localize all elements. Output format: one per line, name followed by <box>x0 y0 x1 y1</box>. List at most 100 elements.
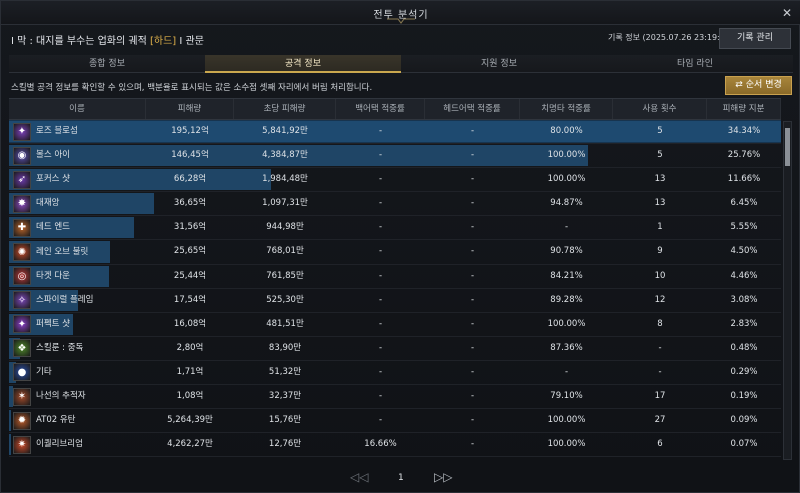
cell-uses: - <box>658 366 662 377</box>
table-row[interactable]: ✹ AT02 유탄 5,264,39만 15,76만 - - 100.00% 27 0.09% <box>9 409 781 434</box>
tab-timeline[interactable]: 타임 라인 <box>597 55 793 73</box>
cell-crit: 79.10% <box>550 391 583 402</box>
description-text: 스킬별 공격 정보를 확인할 수 있으며, 백분율로 표시되는 값은 소수점 셋… <box>11 83 373 93</box>
cell-uses: 5 <box>657 150 663 161</box>
sort-button-label: 순서 변경 <box>745 80 782 90</box>
cell-share: 4.46% <box>730 270 758 281</box>
cell-crit: 100.00% <box>547 415 586 426</box>
table-row[interactable]: ◎ 타겟 다운 25,44억 761,85만 - - 84.21% 10 4.46% <box>9 265 781 289</box>
table-row[interactable]: ❖ 스킬룬 : 중독 2,80억 83,90만 - - 87.36% - 0.48% <box>9 337 781 361</box>
table-row[interactable]: ✦ 퍼펙트 샷 16,08억 481,51만 - - 100.00% 8 2.83% <box>9 313 781 337</box>
table-header: 이름 피해량 초당 피해량 백어택 적중률 헤드어택 적중률 치명타 적중률 사… <box>9 98 781 120</box>
cell-share: 11.66% <box>727 174 761 185</box>
tab-support[interactable]: 지원 정보 <box>401 55 597 73</box>
cell-crit: 90.78% <box>550 246 583 257</box>
cell-crit: 100.00% <box>547 174 586 185</box>
cell-crit: 84.21% <box>550 270 583 281</box>
raid-header: I 막 : 대지를 부수는 업화의 궤적 [하드] I 관문 기록 정보 (20… <box>1 25 800 53</box>
table-row[interactable]: ✸ 대재앙 36,65억 1,097,31만 - - 94.87% 13 6.45% <box>9 192 781 217</box>
cell-damage: 2,80억 <box>176 342 204 353</box>
skill-name: 볼스 아이 <box>36 150 70 161</box>
cell-uses: 13 <box>654 174 666 185</box>
column-header-damage[interactable]: 피해량 <box>146 99 234 119</box>
table-row[interactable]: ✚ 데드 엔드 31,56억 944,98만 - - - 1 5.55% <box>9 216 781 241</box>
cell-head: - <box>470 270 475 281</box>
rose-blossom-icon: ✦ <box>13 122 31 141</box>
cell-damage: 17,54억 <box>173 294 207 305</box>
equilibrium-icon: ✷ <box>13 435 31 454</box>
skill-name: 대재앙 <box>36 198 60 209</box>
cell-share: 34.34% <box>727 126 761 136</box>
skill-name: AT02 유탄 <box>36 415 76 426</box>
column-header-name[interactable]: 이름 <box>9 99 146 119</box>
cell-damage: 5,264,39만 <box>167 415 213 426</box>
title-bar: 전투 분석기 ✕ <box>1 1 800 25</box>
cell-dps: 481,51만 <box>266 318 304 329</box>
tab-summary[interactable]: 종합 정보 <box>9 55 205 73</box>
skill-name-cell: ➶ 포커스 샷 <box>9 168 146 191</box>
table-row[interactable]: ✺ 레인 오브 불릿 25,65억 768,01만 - - 90.78% 9 4.50% <box>9 240 781 265</box>
cell-back: - <box>378 270 383 281</box>
sort-order-button[interactable]: ⇄ 순서 변경 <box>725 76 792 95</box>
at02-grenade-icon: ✹ <box>13 411 31 430</box>
table-row[interactable]: ● 기타 1,71억 51,32만 - - - - 0.29% <box>9 361 781 386</box>
cell-back: - <box>378 366 383 377</box>
prev-page-button[interactable]: ◁◁ <box>350 470 368 484</box>
column-header-back-attack[interactable]: 백어택 적중률 <box>336 99 425 119</box>
cell-dps: 15,76만 <box>268 415 302 426</box>
cell-head: - <box>470 342 475 353</box>
skill-name-cell: ◉ 볼스 아이 <box>9 144 146 167</box>
cell-head: - <box>470 174 475 185</box>
difficulty-label: [하드] <box>149 36 177 47</box>
column-header-uses[interactable]: 사용 횟수 <box>613 99 707 119</box>
scroll-thumb[interactable] <box>785 128 790 166</box>
column-header-dps[interactable]: 초당 피해량 <box>234 99 336 119</box>
cell-crit: 94.87% <box>550 198 583 209</box>
skill-name-cell: ◎ 타겟 다운 <box>9 265 146 288</box>
table-scrollbar[interactable] <box>783 121 792 460</box>
skill-name-cell: ✺ 레인 오브 불릿 <box>9 240 146 263</box>
table-row[interactable]: ✦ 로즈 블로섬 195,12억 5,841,92만 - - 80.00% 5 34.34% <box>9 120 781 145</box>
skill-name: 로즈 블로섬 <box>36 126 78 137</box>
dead-end-icon: ✚ <box>13 218 31 237</box>
skill-name-cell: ● 기타 <box>9 361 146 384</box>
pagination: ◁◁ 1 ▷▷ <box>1 469 800 489</box>
column-header-crit[interactable]: 치명타 적중률 <box>520 99 613 119</box>
skill-name-cell: ✶ 나선의 추적자 <box>9 385 146 408</box>
cell-back: - <box>378 391 383 402</box>
cell-damage: 4,262,27만 <box>167 439 213 450</box>
cell-crit: 80.00% <box>550 126 583 136</box>
misc-icon: ● <box>13 363 31 382</box>
tab-attack[interactable]: 공격 정보 <box>205 55 401 73</box>
raid-title: I 막 : 대지를 부수는 업화의 궤적 [하드] I 관문 <box>11 32 204 47</box>
close-button[interactable]: ✕ <box>779 5 795 21</box>
skill-name-cell: ✦ 로즈 블로섬 <box>9 120 146 143</box>
raid-name: I 막 : 대지를 부수는 업화의 궤적 <box>11 36 150 47</box>
target-down-icon: ◎ <box>13 267 31 286</box>
table-row[interactable]: ✷ 이퀄리브리엄 4,262,27만 12,76만 16.66% - 100.00% 6 0.0… <box>9 433 781 458</box>
cell-share: 0.29% <box>730 366 758 377</box>
table-row[interactable]: ✶ 나선의 추적자 1,08억 32,37만 - - 79.10% 17 0.19% <box>9 385 781 410</box>
cell-head: - <box>470 366 475 377</box>
skill-name-cell: ✷ 이퀄리브리엄 <box>9 433 146 456</box>
cell-back: - <box>378 150 383 161</box>
table-row[interactable]: ◉ 볼스 아이 146,45억 4,384,87만 - - 100.00% 5 25.76% <box>9 144 781 169</box>
column-header-share[interactable]: 피해량 지분 <box>707 99 781 119</box>
cell-uses: 12 <box>654 294 666 305</box>
cell-damage: 25,44억 <box>173 270 207 281</box>
cell-crit: 100.00% <box>547 439 586 450</box>
record-manage-button[interactable]: 기록 관리 <box>719 28 791 49</box>
table-row[interactable]: ➶ 포커스 샷 66,28억 1,984,48만 - - 100.00% 13 11.66% <box>9 168 781 193</box>
record-info: 기록 정보 (2025.07.26 23:19:10) <box>608 33 734 42</box>
cell-crit: 100.00% <box>547 318 586 329</box>
column-header-head-attack[interactable]: 헤드어택 적중률 <box>425 99 520 119</box>
cell-dps: 83,90만 <box>268 342 302 353</box>
cell-dps: 1,097,31만 <box>262 198 308 209</box>
cell-dps: 1,984,48만 <box>262 174 308 185</box>
cell-back: - <box>378 198 383 209</box>
table-row[interactable]: ✧ 스파이럴 플레임 17,54억 525,30만 - - 89.28% 12 3.08% <box>9 289 781 313</box>
skill-name: 기타 <box>36 366 52 377</box>
next-page-button[interactable]: ▷▷ <box>434 470 452 484</box>
skill-name-cell: ✦ 퍼펙트 샷 <box>9 313 146 336</box>
cell-share: 0.19% <box>730 391 758 402</box>
